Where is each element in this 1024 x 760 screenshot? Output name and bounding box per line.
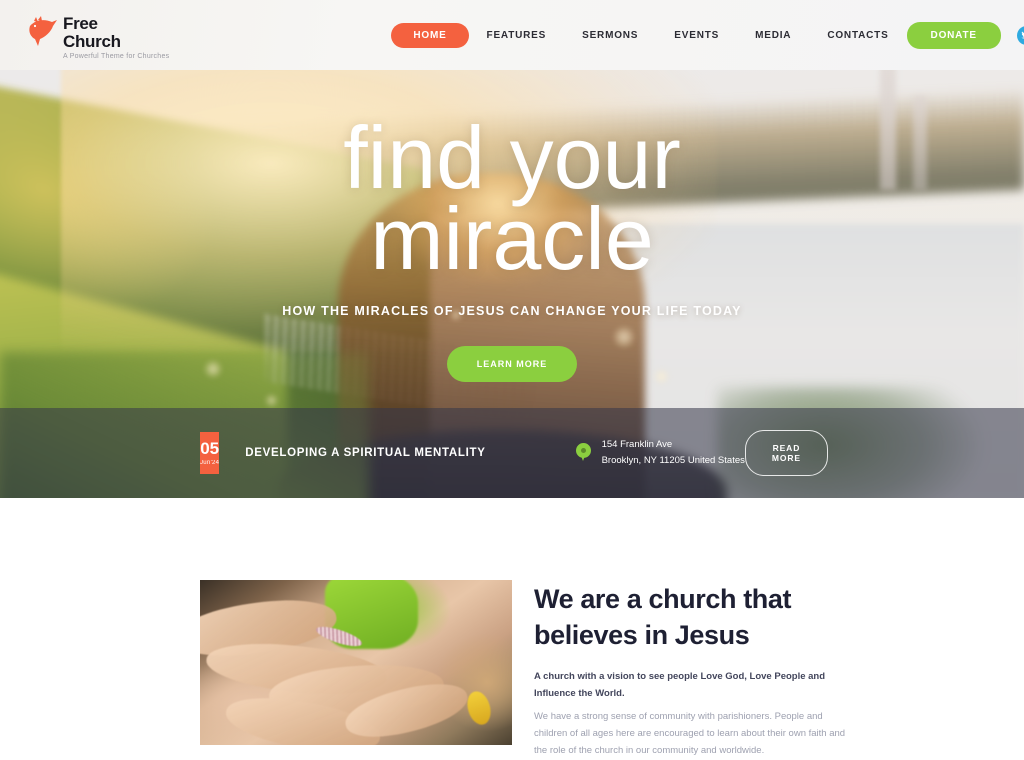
nav-item-sermons[interactable]: SERMONS xyxy=(564,23,656,48)
about-title: We are a church that believes in Jesus xyxy=(534,584,792,650)
event-bar: 05 Jun'24 DEVELOPING A SPIRITUAL MENTALI… xyxy=(0,408,1024,498)
about-image xyxy=(200,580,512,745)
about-section: We are a church that believes in Jesus A… xyxy=(0,498,1024,756)
donate-button[interactable]: DONATE xyxy=(906,21,1001,49)
logo-line-2: Church xyxy=(63,31,121,51)
event-date-month: Jun'24 xyxy=(200,460,220,466)
header-actions: DONATE xyxy=(906,21,1024,49)
nav-item-media[interactable]: MEDIA xyxy=(737,23,809,48)
event-location: 154 Franklin Ave Brooklyn, NY 11205 Unit… xyxy=(575,437,745,468)
twitter-icon[interactable] xyxy=(1016,25,1024,45)
about-body-paragraph: We have a strong sense of community with… xyxy=(534,710,846,756)
social-links xyxy=(1016,25,1024,45)
hero-title: find your miracle xyxy=(343,108,681,288)
event-address: 154 Franklin Ave Brooklyn, NY 11205 Unit… xyxy=(602,437,745,468)
event-date-day: 05 xyxy=(200,439,220,458)
event-date-badge: 05 Jun'24 xyxy=(200,432,220,474)
main-navigation: HOME FEATURES SERMONS EVENTS MEDIA CONTA… xyxy=(391,22,906,48)
logo-tagline: A Powerful Theme for Churches xyxy=(63,52,170,60)
learn-more-button[interactable]: LEARN MORE xyxy=(446,345,578,382)
dove-logo-icon xyxy=(26,15,60,47)
event-address-line-1: 154 Franklin Ave xyxy=(601,439,673,451)
logo-line-1: Free xyxy=(63,13,98,33)
site-logo[interactable]: Free Church A Powerful Theme for Churche… xyxy=(26,11,169,60)
hero-subtitle: HOW THE MIRACLES OF JESUS CAN CHANGE YOU… xyxy=(282,303,742,318)
hero-title-line-2: miracle xyxy=(370,188,654,288)
read-more-button[interactable]: READ MORE xyxy=(744,430,828,476)
event-address-line-2: Brooklyn, NY 11205 United States xyxy=(601,455,745,466)
hero-title-line-1: find your xyxy=(343,108,681,207)
nav-item-features[interactable]: FEATURES xyxy=(469,23,565,48)
about-text-block: We are a church that believes in Jesus A… xyxy=(534,580,854,760)
event-title[interactable]: DEVELOPING A SPIRITUAL MENTALITY xyxy=(245,447,485,459)
nav-item-events[interactable]: EVENTS xyxy=(656,23,737,48)
about-lead-paragraph: A church with a vision to see people Lov… xyxy=(534,671,826,699)
nav-item-contacts[interactable]: CONTACTS xyxy=(809,23,906,48)
nav-item-home[interactable]: HOME xyxy=(391,22,469,48)
site-header: Free Church A Powerful Theme for Churche… xyxy=(0,0,1024,70)
map-pin-icon xyxy=(575,443,591,463)
